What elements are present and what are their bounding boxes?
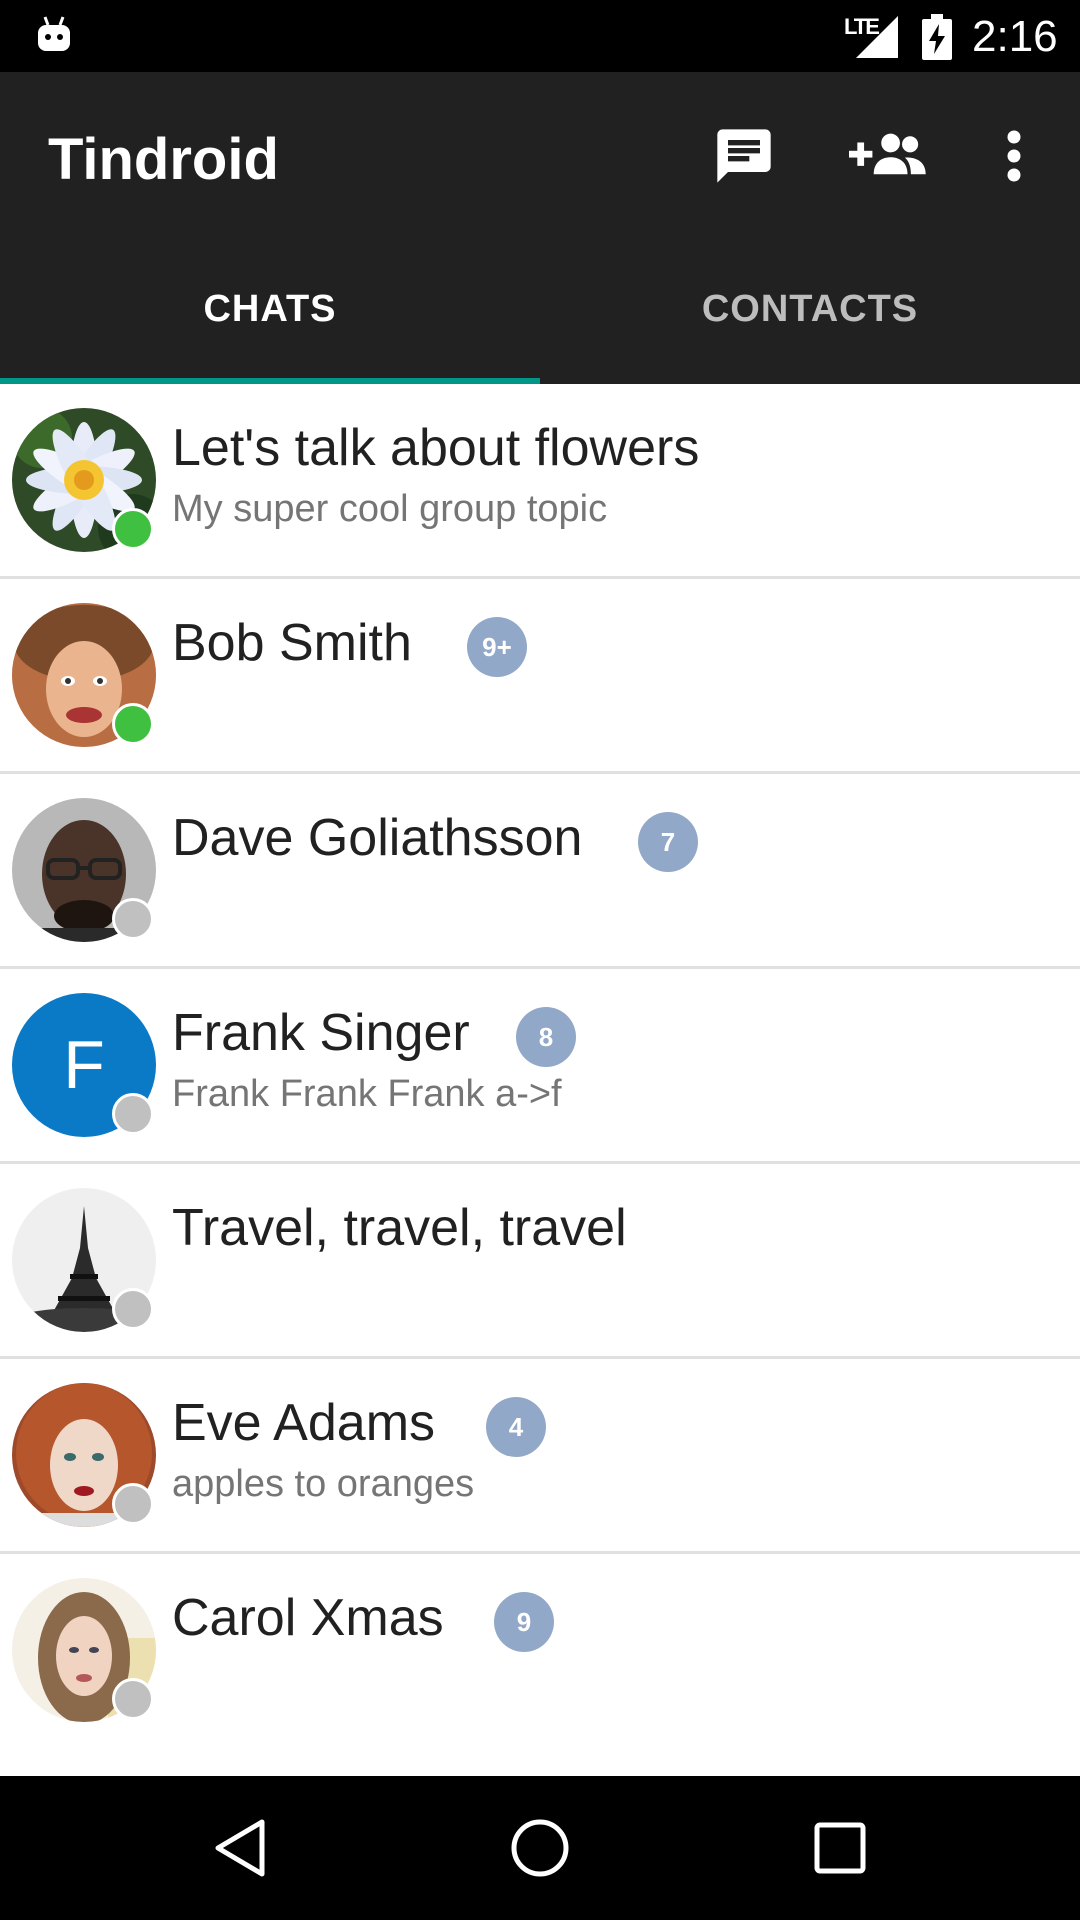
chat-row[interactable]: Travel, travel, travel bbox=[0, 1164, 1080, 1359]
app-title: Tindroid bbox=[48, 127, 279, 192]
clock: 2:16 bbox=[972, 12, 1058, 61]
system-navigation-bar bbox=[0, 1776, 1080, 1920]
chat-title: Carol Xmas bbox=[172, 1589, 444, 1647]
app-bar: Tindroid CHATS CONTACTS bbox=[0, 72, 1080, 384]
overflow-menu-icon bbox=[1007, 130, 1021, 182]
home-icon bbox=[511, 1819, 569, 1877]
battery-charging-icon bbox=[922, 14, 952, 60]
signal-strength-icon bbox=[856, 16, 898, 58]
online-status-indicator bbox=[112, 703, 154, 745]
online-status-indicator bbox=[112, 508, 154, 550]
overflow-menu-button[interactable] bbox=[992, 116, 1036, 196]
tab-contacts[interactable]: CONTACTS bbox=[540, 234, 1080, 384]
chat-subtitle: My super cool group topic bbox=[172, 488, 608, 530]
chat-title: Dave Goliathsson bbox=[172, 809, 583, 867]
recents-button[interactable] bbox=[770, 1776, 910, 1920]
offline-status-indicator bbox=[112, 1483, 154, 1525]
back-icon bbox=[215, 1819, 265, 1877]
offline-status-indicator bbox=[112, 1288, 154, 1330]
chat-subtitle: Frank Frank Frank a->f bbox=[172, 1073, 562, 1115]
new-chat-button[interactable] bbox=[704, 116, 784, 196]
unread-count-badge: 9 bbox=[494, 1592, 554, 1652]
new-chat-icon bbox=[717, 129, 771, 183]
status-bar: LTE 2:16 bbox=[0, 0, 1080, 72]
chat-row[interactable]: Eve Adams apples to oranges 4 bbox=[0, 1359, 1080, 1554]
chat-row[interactable]: Let's talk about flowers My super cool g… bbox=[0, 384, 1080, 579]
chat-row[interactable]: Carol Xmas 9 bbox=[0, 1554, 1080, 1761]
chat-title: Frank Singer bbox=[172, 1004, 470, 1062]
offline-status-indicator bbox=[112, 898, 154, 940]
chat-row[interactable]: Dave Goliathsson 7 bbox=[0, 774, 1080, 969]
avatar-letter: F bbox=[63, 1027, 105, 1103]
android-notification-icon bbox=[38, 16, 70, 51]
chat-list: Let's talk about flowers My super cool g… bbox=[0, 384, 1080, 1761]
home-button[interactable] bbox=[470, 1776, 610, 1920]
offline-status-indicator bbox=[112, 1678, 154, 1720]
unread-count-badge: 9+ bbox=[467, 617, 527, 677]
offline-status-indicator bbox=[112, 1093, 154, 1135]
chat-subtitle: apples to oranges bbox=[172, 1463, 475, 1505]
chat-title: Let's talk about flowers bbox=[172, 419, 700, 477]
back-button[interactable] bbox=[170, 1776, 310, 1920]
chat-row[interactable]: F Frank Singer Frank Frank Frank a->f 8 bbox=[0, 969, 1080, 1164]
chat-title: Bob Smith bbox=[172, 614, 412, 672]
add-contact-button[interactable] bbox=[846, 116, 930, 196]
unread-count-badge: 7 bbox=[638, 812, 698, 872]
unread-count-badge: 8 bbox=[516, 1007, 576, 1067]
chat-title: Eve Adams bbox=[172, 1394, 436, 1452]
chat-title: Travel, travel, travel bbox=[172, 1199, 627, 1257]
tab-bar: CHATS CONTACTS bbox=[0, 234, 1080, 384]
chat-row[interactable]: Bob Smith 9+ bbox=[0, 579, 1080, 774]
add-contact-icon bbox=[849, 133, 926, 175]
recents-icon bbox=[814, 1822, 866, 1874]
tab-chats[interactable]: CHATS bbox=[0, 234, 540, 384]
unread-count-badge: 4 bbox=[486, 1397, 546, 1457]
